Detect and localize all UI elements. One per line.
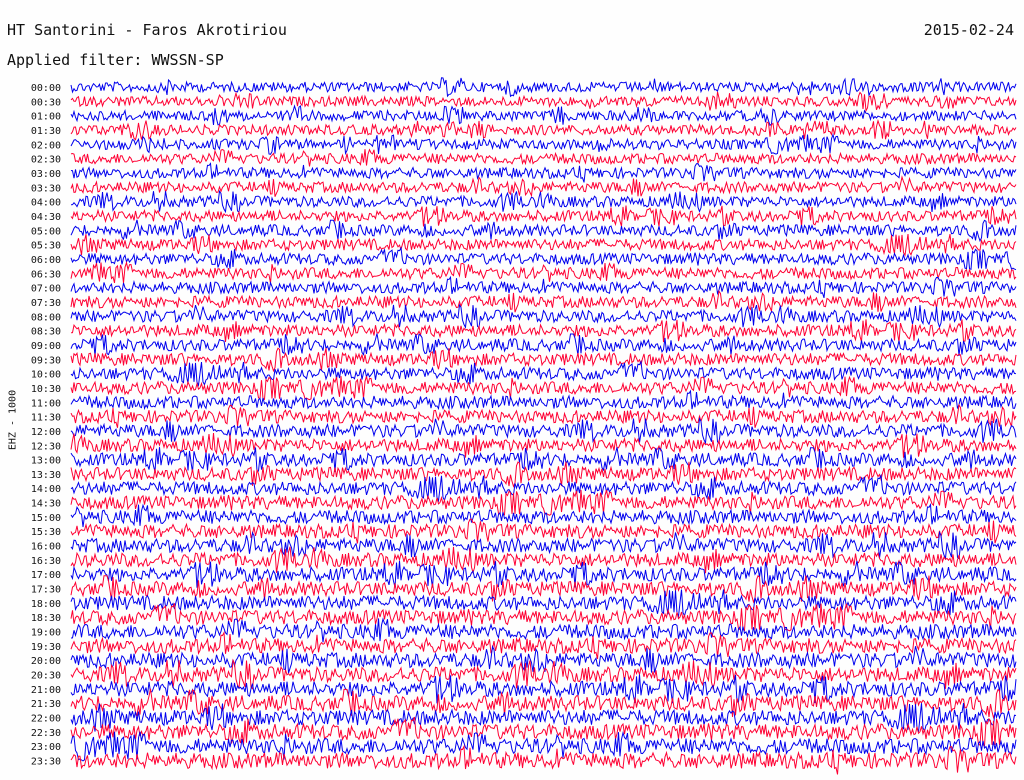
- seismic-trace: [70, 175, 1017, 198]
- helicorder-plot: 00:00 00:30 01:00 01:30 02:00 02:30 03:00 03:30…: [31, 77, 1017, 775]
- row-time-label: 14:30: [31, 499, 61, 510]
- seismic-trace: [70, 333, 1017, 357]
- row-time-label: 08:30: [31, 327, 61, 338]
- row-time-label: 04:30: [31, 212, 61, 223]
- row-time-label: 05:30: [31, 241, 61, 252]
- row-time-label: 19:00: [31, 628, 61, 639]
- seismic-trace: [70, 375, 1017, 401]
- row-time-label: 12:00: [31, 427, 61, 438]
- row-time-label: 15:30: [31, 527, 61, 538]
- seismic-trace: [70, 603, 1017, 632]
- row-time-label: 08:00: [31, 312, 61, 323]
- row-time-label: 16:30: [31, 556, 61, 567]
- row-time-label: 07:30: [31, 298, 61, 309]
- row-time-label: 05:00: [31, 226, 61, 237]
- row-time-label: 18:30: [31, 613, 61, 624]
- row-time-label: 01:00: [31, 112, 61, 123]
- seismic-trace: [70, 219, 1017, 243]
- seismic-trace: [70, 658, 1017, 690]
- row-time-label: 16:00: [31, 542, 61, 553]
- row-time-label: 04:00: [31, 198, 61, 209]
- row-time-label: 18:00: [31, 599, 61, 610]
- row-time-label: 13:30: [31, 470, 61, 481]
- row-time-label: 06:30: [31, 269, 61, 280]
- row-time-label: 12:30: [31, 441, 61, 452]
- row-time-label: 10:30: [31, 384, 61, 395]
- row-time-label: 14:00: [31, 484, 61, 495]
- row-time-label: 21:30: [31, 699, 61, 710]
- row-time-label: 19:30: [31, 642, 61, 653]
- row-time-label: 07:00: [31, 284, 61, 295]
- seismic-trace: [70, 716, 1017, 747]
- seismic-trace: [70, 233, 1017, 257]
- seismic-trace: [70, 319, 1017, 343]
- row-time-label: 17:30: [31, 585, 61, 596]
- row-time-label: 20:00: [31, 656, 61, 667]
- row-time-label: 13:00: [31, 456, 61, 467]
- row-time-label: 02:30: [31, 155, 61, 166]
- seismic-trace: [70, 162, 1017, 183]
- seismic-trace: [70, 560, 1017, 588]
- row-time-label: 01:30: [31, 126, 61, 137]
- seismic-trace: [70, 744, 1017, 775]
- row-time-label: 02:00: [31, 140, 61, 151]
- row-time-label: 03:00: [31, 169, 61, 180]
- seismic-trace: [70, 703, 1017, 733]
- row-time-label: 11:30: [31, 413, 61, 424]
- seismic-trace: [70, 403, 1017, 428]
- row-time-label: 03:30: [31, 183, 61, 194]
- seismic-trace: [70, 77, 1017, 98]
- seismic-trace: [70, 447, 1017, 473]
- seismic-trace: [70, 389, 1017, 411]
- row-time-label: 15:00: [31, 513, 61, 524]
- seismic-trace: [70, 132, 1017, 156]
- row-time-label: 00:00: [31, 83, 61, 94]
- row-time-label: 17:00: [31, 570, 61, 581]
- row-time-label: 22:30: [31, 728, 61, 739]
- seismic-trace: [70, 189, 1017, 214]
- row-time-label: 23:30: [31, 757, 61, 768]
- seismic-trace: [70, 433, 1017, 459]
- seismic-trace: [70, 359, 1017, 387]
- seismic-trace: [70, 104, 1017, 127]
- seismic-trace: [70, 148, 1017, 167]
- row-time-label: 00:30: [31, 97, 61, 108]
- row-time-label: 09:30: [31, 355, 61, 366]
- row-time-label: 09:00: [31, 341, 61, 352]
- seismic-trace: [70, 489, 1017, 516]
- row-time-label: 23:00: [31, 742, 61, 753]
- row-time-label: 21:00: [31, 685, 61, 696]
- row-time-label: 06:00: [31, 255, 61, 266]
- seismic-trace: [70, 275, 1017, 299]
- seismic-trace: [70, 303, 1017, 329]
- row-time-label: 11:00: [31, 398, 61, 409]
- seismic-trace: [70, 91, 1017, 113]
- seismic-trace: [70, 119, 1017, 141]
- row-time-label: 22:00: [31, 714, 61, 725]
- row-time-label: 10:00: [31, 370, 61, 381]
- seismic-trace: [70, 289, 1017, 313]
- seismic-trace: [70, 205, 1017, 227]
- row-time-label: 20:30: [31, 671, 61, 682]
